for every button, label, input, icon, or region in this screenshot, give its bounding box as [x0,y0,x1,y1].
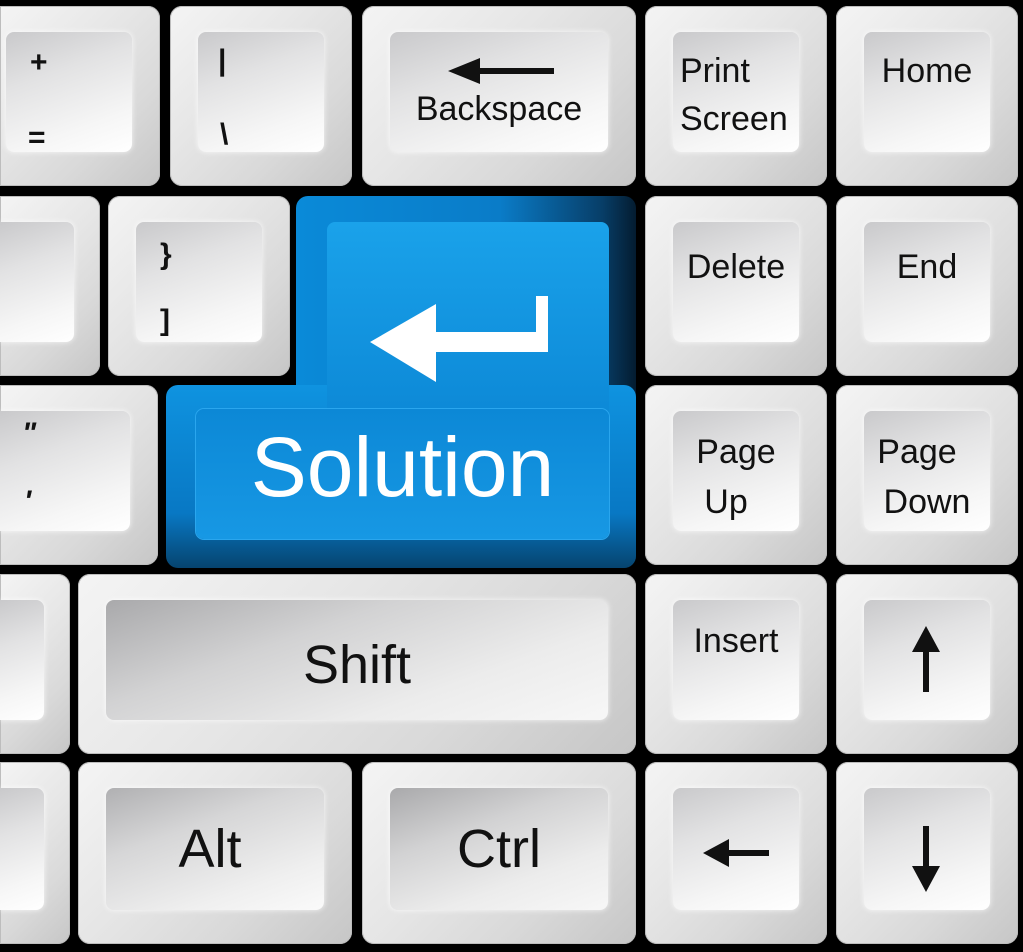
page-down-line2: Down [883,483,971,521]
screen-label: Screen [680,100,788,138]
home-label: Home [881,52,973,90]
key-end[interactable]: End [836,196,1018,376]
left-arrow-icon [448,58,554,84]
key-page-down[interactable]: Page Down [836,385,1018,565]
keycap [6,32,132,152]
delete-label: Delete [686,248,786,286]
solution-label: Solution [250,420,555,514]
key-ctrl[interactable]: Ctrl [362,762,636,944]
key-delete[interactable]: Delete [645,196,827,376]
end-label: End [896,248,958,286]
key-print-screen[interactable]: Print Screen [645,6,827,186]
keycap [0,222,74,342]
single-quote-symbol: ' [24,485,32,518]
keycap [864,32,990,152]
key-insert[interactable]: Insert [645,574,827,754]
page-up-line1: Page [696,433,776,471]
key-partial-left-row5[interactable] [0,762,70,944]
key-partial-left-row4[interactable] [0,574,70,754]
up-arrow-icon [912,626,940,692]
key-partial-left-row2[interactable] [0,196,100,376]
down-arrow-icon [912,826,940,892]
shift-label: Shift [302,635,412,695]
enter-return-arrow-icon [370,296,548,382]
right-brace-symbol: } [160,238,172,271]
key-quote[interactable]: " ' [0,385,158,565]
ctrl-label: Ctrl [457,819,541,879]
print-label: Print [680,52,750,90]
key-arrow-left[interactable] [645,762,827,944]
key-arrow-up[interactable] [836,574,1018,754]
equals-symbol: = [28,121,46,154]
key-home[interactable]: Home [836,6,1018,186]
key-plus-equals[interactable]: + = [0,6,160,186]
backslash-symbol: \ [220,118,229,151]
right-bracket-symbol: ] [160,304,170,337]
key-backspace[interactable]: Backspace [362,6,636,186]
pipe-symbol: | [218,44,227,77]
double-quote-symbol: " [22,417,37,450]
page-down-line1: Page [877,433,957,471]
plus-symbol: + [30,46,48,79]
keycap [0,600,44,720]
alt-label: Alt [178,819,242,879]
left-arrow-icon [703,839,769,867]
key-arrow-down[interactable] [836,762,1018,944]
keycap [0,411,130,531]
page-up-line2: Up [704,483,748,521]
key-alt[interactable]: Alt [78,762,352,944]
key-pipe-backslash[interactable]: | \ [170,6,352,186]
keycap [0,788,44,910]
key-brace-bracket[interactable]: } ] [108,196,290,376]
keycap [136,222,262,342]
key-page-up[interactable]: Page Up [645,385,827,565]
key-shift[interactable]: Shift [78,574,636,754]
keycap [198,32,324,152]
backspace-label: Backspace [415,90,583,128]
insert-label: Insert [693,622,779,660]
